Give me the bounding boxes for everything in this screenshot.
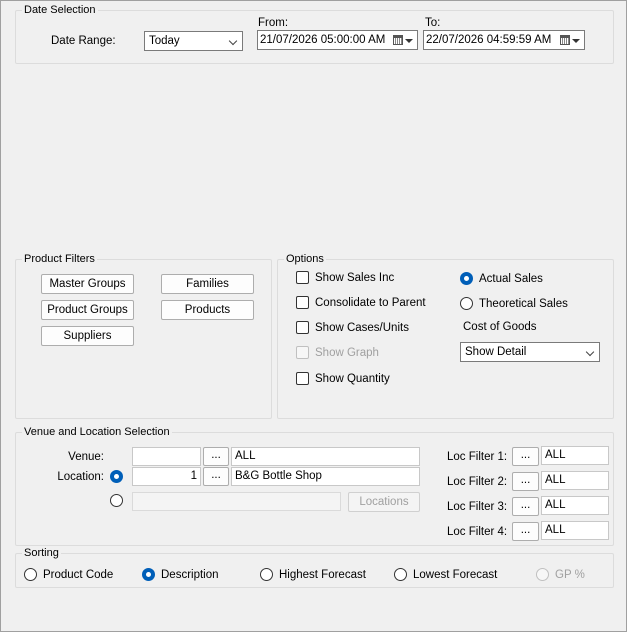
venue-browse-button[interactable]: ... [203, 447, 229, 466]
to-label: To: [425, 17, 441, 29]
sort-product-code-label: Product Code [43, 569, 114, 581]
sort-lowest-forecast-label: Lowest Forecast [413, 569, 498, 581]
actual-sales-label: Actual Sales [479, 273, 543, 285]
locations-button[interactable]: Locations [348, 492, 420, 512]
loc-filter-2-value[interactable]: ALL [541, 471, 609, 490]
product-groups-button[interactable]: Product Groups [41, 300, 134, 320]
consolidate-to-parent-label: Consolidate to Parent [315, 297, 426, 309]
products-button[interactable]: Products [161, 300, 254, 320]
loc-filter-3-browse-button[interactable]: ... [512, 497, 539, 516]
cost-of-goods-dropdown[interactable]: Show Detail [460, 342, 600, 362]
venue-label: Venue: [68, 451, 104, 463]
calendar-icon[interactable] [560, 35, 570, 45]
master-groups-button[interactable]: Master Groups [41, 274, 134, 294]
location-browse-button[interactable]: ... [203, 467, 229, 486]
loc-filter-4-value[interactable]: ALL [541, 521, 609, 540]
to-datetime-picker[interactable]: 22/07/2026 04:59:59 AM [423, 30, 585, 50]
calendar-icon[interactable] [393, 35, 403, 45]
loc-filter-2-browse-button[interactable]: ... [512, 472, 539, 491]
sort-highest-forecast-label: Highest Forecast [279, 569, 366, 581]
locations-field[interactable] [132, 492, 341, 511]
show-graph-checkbox[interactable] [296, 346, 309, 359]
show-quantity-label: Show Quantity [315, 373, 390, 385]
venue-code-input[interactable] [132, 447, 201, 466]
dropdown-arrow-icon[interactable] [405, 39, 413, 43]
loc-filter-2-label: Loc Filter 2: [447, 476, 508, 488]
date-range-label: Date Range: [51, 35, 116, 47]
date-range-value: Today [149, 35, 180, 47]
date-range-dropdown[interactable]: Today [144, 31, 243, 51]
loc-filter-3-value[interactable]: ALL [541, 496, 609, 515]
families-button[interactable]: Families [161, 274, 254, 294]
loc-filter-4-browse-button[interactable]: ... [512, 522, 539, 541]
venue-location-title: Venue and Location Selection [22, 426, 172, 439]
show-cases-units-label: Show Cases/Units [315, 322, 409, 334]
suppliers-button[interactable]: Suppliers [41, 326, 134, 346]
loc-filter-1-label: Loc Filter 1: [447, 451, 508, 463]
locations-radio[interactable] [110, 494, 123, 507]
from-label: From: [258, 17, 289, 29]
sort-gp-percent-label: GP % [555, 569, 585, 581]
location-radio[interactable] [110, 470, 123, 483]
cost-of-goods-value: Show Detail [465, 346, 527, 358]
cost-of-goods-label: Cost of Goods [463, 321, 537, 333]
show-sales-inc-checkbox[interactable] [296, 271, 309, 284]
show-cases-units-checkbox[interactable] [296, 321, 309, 334]
loc-filter-3-label: Loc Filter 3: [447, 501, 508, 513]
show-graph-label: Show Graph [315, 347, 379, 359]
venue-value-field[interactable]: ALL [231, 447, 420, 466]
from-datetime-picker[interactable]: 21/07/2026 05:00:00 AM [257, 30, 418, 50]
loc-filter-1-browse-button[interactable]: ... [512, 447, 539, 466]
sort-description-label: Description [161, 569, 219, 581]
from-datetime-value: 21/07/2026 05:00:00 AM [260, 34, 386, 46]
location-label: Location: [57, 471, 104, 483]
product-filters-title: Product Filters [22, 253, 97, 266]
to-datetime-value: 22/07/2026 04:59:59 AM [426, 34, 552, 46]
theoretical-sales-label: Theoretical Sales [479, 298, 568, 310]
theoretical-sales-radio[interactable] [460, 297, 473, 310]
chevron-down-icon [585, 347, 595, 357]
sort-gp-percent-radio[interactable] [536, 568, 549, 581]
sort-highest-forecast-radio[interactable] [260, 568, 273, 581]
date-selection-title: Date Selection [22, 4, 98, 17]
show-quantity-checkbox[interactable] [296, 372, 309, 385]
chevron-down-icon [228, 36, 238, 46]
location-value-field[interactable]: B&G Bottle Shop [231, 467, 420, 486]
dropdown-arrow-icon[interactable] [572, 39, 580, 43]
sort-lowest-forecast-radio[interactable] [394, 568, 407, 581]
sort-product-code-radio[interactable] [24, 568, 37, 581]
options-title: Options [284, 253, 326, 266]
loc-filter-4-label: Loc Filter 4: [447, 526, 508, 538]
actual-sales-radio[interactable] [460, 272, 473, 285]
sorting-title: Sorting [22, 547, 61, 560]
sort-description-radio[interactable] [142, 568, 155, 581]
show-sales-inc-label: Show Sales Inc [315, 272, 395, 284]
location-code-input[interactable]: 1 [132, 467, 201, 486]
loc-filter-1-value[interactable]: ALL [541, 446, 609, 465]
consolidate-to-parent-checkbox[interactable] [296, 296, 309, 309]
